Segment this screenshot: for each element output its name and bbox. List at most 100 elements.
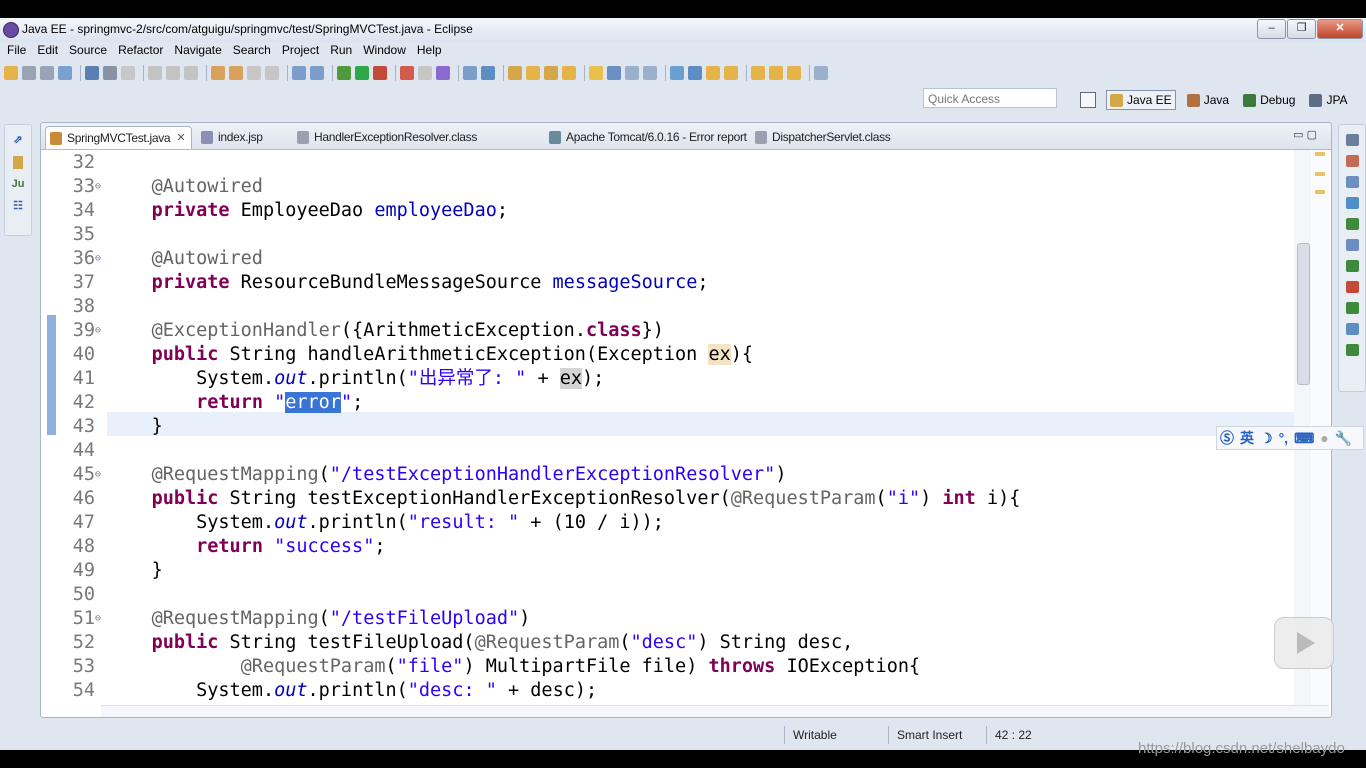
toolbar-button-icon[interactable] [337, 66, 351, 80]
toolbar-button-icon[interactable] [355, 66, 369, 80]
editor-tab[interactable]: Apache Tomcat/6.0.16 - Error report [549, 126, 747, 148]
minimize-button[interactable]: – [1257, 19, 1286, 39]
code-line[interactable]: 50 [41, 583, 1291, 607]
code-line[interactable]: 35 [41, 223, 1291, 247]
toolbar-button-icon[interactable] [166, 66, 180, 80]
fold-toggle-icon[interactable]: ⊖ [95, 247, 101, 271]
toolbar-button-icon[interactable] [184, 66, 198, 80]
menu-source[interactable]: Source [65, 42, 111, 60]
view-icon[interactable] [1345, 197, 1359, 209]
toolbar-button-icon[interactable] [670, 66, 684, 80]
toolbar-button-icon[interactable] [103, 66, 117, 80]
moon-icon[interactable]: ☽ [1260, 430, 1273, 447]
menu-help[interactable]: Help [413, 42, 446, 60]
code-line[interactable]: 46 public String testExceptionHandlerExc… [41, 487, 1291, 511]
toolbar-button-icon[interactable] [400, 66, 414, 80]
view-icon[interactable] [1345, 281, 1359, 293]
ime-language[interactable]: 英 [1240, 428, 1254, 448]
overview-marker[interactable] [1315, 172, 1325, 176]
editor-tab[interactable]: DispatcherServlet.class [755, 126, 891, 148]
ime-logo-icon[interactable]: Ⓢ [1220, 428, 1234, 448]
toolbar-button-icon[interactable] [625, 66, 639, 80]
view-icon[interactable] [1345, 323, 1359, 335]
view-icon[interactable] [1345, 260, 1359, 272]
toolbar-button-icon[interactable] [22, 66, 36, 80]
menu-search[interactable]: Search [229, 42, 275, 60]
toolbar-button-icon[interactable] [751, 66, 765, 80]
menu-refactor[interactable]: Refactor [114, 42, 167, 60]
keyboard-icon[interactable]: ⌨ [1294, 430, 1314, 447]
user-icon[interactable]: ● [1320, 430, 1328, 446]
code-line[interactable]: 48 return "success"; [41, 535, 1291, 559]
view-icon[interactable] [1345, 134, 1359, 146]
perspective-jpa[interactable]: JPA [1306, 91, 1350, 109]
view-icon[interactable] [1345, 239, 1359, 251]
toolbar-button-icon[interactable] [265, 66, 279, 80]
vertical-scroll-thumb[interactable] [1297, 243, 1310, 385]
code-line[interactable]: 36 ⊖ @Autowired [41, 247, 1291, 271]
editor-min-max[interactable]: ▭ ▢ [1293, 128, 1317, 141]
toolbar-button-icon[interactable] [58, 66, 72, 80]
toolbar-button-icon[interactable] [562, 66, 576, 80]
toolbar-button-icon[interactable] [121, 66, 135, 80]
code-line[interactable]: 40 public String handleArithmeticExcepti… [41, 343, 1291, 367]
open-perspective-icon[interactable] [1080, 92, 1096, 108]
punctuation-icon[interactable]: °, [1279, 430, 1289, 446]
fold-toggle-icon[interactable]: ⊖ [95, 607, 101, 631]
toolbar-button-icon[interactable] [148, 66, 162, 80]
code-line[interactable]: 54 System.out.println("desc: " + desc); [41, 679, 1291, 703]
code-line[interactable]: 41 System.out.println("出异常了: " + ex); [41, 367, 1291, 391]
toolbar-button-icon[interactable] [814, 66, 828, 80]
maximize-button[interactable]: ❐ [1287, 19, 1316, 39]
perspective-java-ee[interactable]: Java EE [1106, 90, 1176, 110]
code-line[interactable]: 34 private EmployeeDao employeeDao; [41, 199, 1291, 223]
toolbar-button-icon[interactable] [229, 66, 243, 80]
menu-run[interactable]: Run [326, 42, 356, 60]
code-line[interactable]: 44 [41, 439, 1291, 463]
quick-access-input[interactable]: Quick Access [923, 88, 1057, 108]
junit-icon[interactable]: Ju [11, 178, 25, 191]
perspective-debug[interactable]: Debug [1240, 91, 1298, 109]
toolbar-button-icon[interactable] [787, 66, 801, 80]
view-icon[interactable] [1345, 302, 1359, 314]
toolbar-button-icon[interactable] [211, 66, 225, 80]
menu-window[interactable]: Window [359, 42, 410, 60]
package-explorer-icon[interactable] [13, 156, 23, 169]
menu-edit[interactable]: Edit [33, 42, 62, 60]
editor-tab[interactable]: SpringMVCTest.java ✕ [45, 126, 193, 149]
toolbar-button-icon[interactable] [643, 66, 657, 80]
menu-file[interactable]: File [3, 42, 30, 60]
toolbar-button-icon[interactable] [463, 66, 477, 80]
toolbar-button-icon[interactable] [40, 66, 54, 80]
toolbar-button-icon[interactable] [85, 66, 99, 80]
editor-tab[interactable]: index.jsp [201, 126, 263, 148]
toolbar-button-icon[interactable] [688, 66, 702, 80]
fold-toggle-icon[interactable]: ⊖ [95, 463, 101, 487]
view-icon[interactable] [1345, 218, 1359, 230]
code-line[interactable]: 43 } [41, 415, 1291, 439]
toolbar-button-icon[interactable] [4, 66, 18, 80]
restore-icon[interactable]: ⇗ [11, 134, 25, 147]
toolbar-button-icon[interactable] [607, 66, 621, 80]
view-icon[interactable] [1345, 344, 1359, 356]
video-play-button[interactable] [1274, 617, 1334, 669]
toolbar-button-icon[interactable] [706, 66, 720, 80]
tab-close-icon[interactable]: ✕ [176, 127, 185, 149]
type-hierarchy-icon[interactable]: ☷ [11, 200, 25, 213]
code-line[interactable]: 47 System.out.println("result: " + (10 /… [41, 511, 1291, 535]
code-line[interactable]: 38 [41, 295, 1291, 319]
view-icon[interactable] [1345, 155, 1359, 167]
toolbar-button-icon[interactable] [508, 66, 522, 80]
toolbar-button-icon[interactable] [481, 66, 495, 80]
toolbar-button-icon[interactable] [310, 66, 324, 80]
wrench-icon[interactable]: 🔧 [1335, 430, 1352, 447]
code-line[interactable]: 45 ⊖ @RequestMapping("/testExceptionHandl… [41, 463, 1291, 487]
toolbar-button-icon[interactable] [373, 66, 387, 80]
overview-marker[interactable] [1315, 190, 1325, 194]
code-area[interactable]: 32 33 ⊖ @Autowired 34 private EmployeeDao … [41, 150, 1294, 705]
code-line[interactable]: 42 return "error"; [41, 391, 1291, 415]
toolbar-button-icon[interactable] [544, 66, 558, 80]
toolbar-button-icon[interactable] [418, 66, 432, 80]
menu-navigate[interactable]: Navigate [170, 42, 225, 60]
toolbar-button-icon[interactable] [292, 66, 306, 80]
